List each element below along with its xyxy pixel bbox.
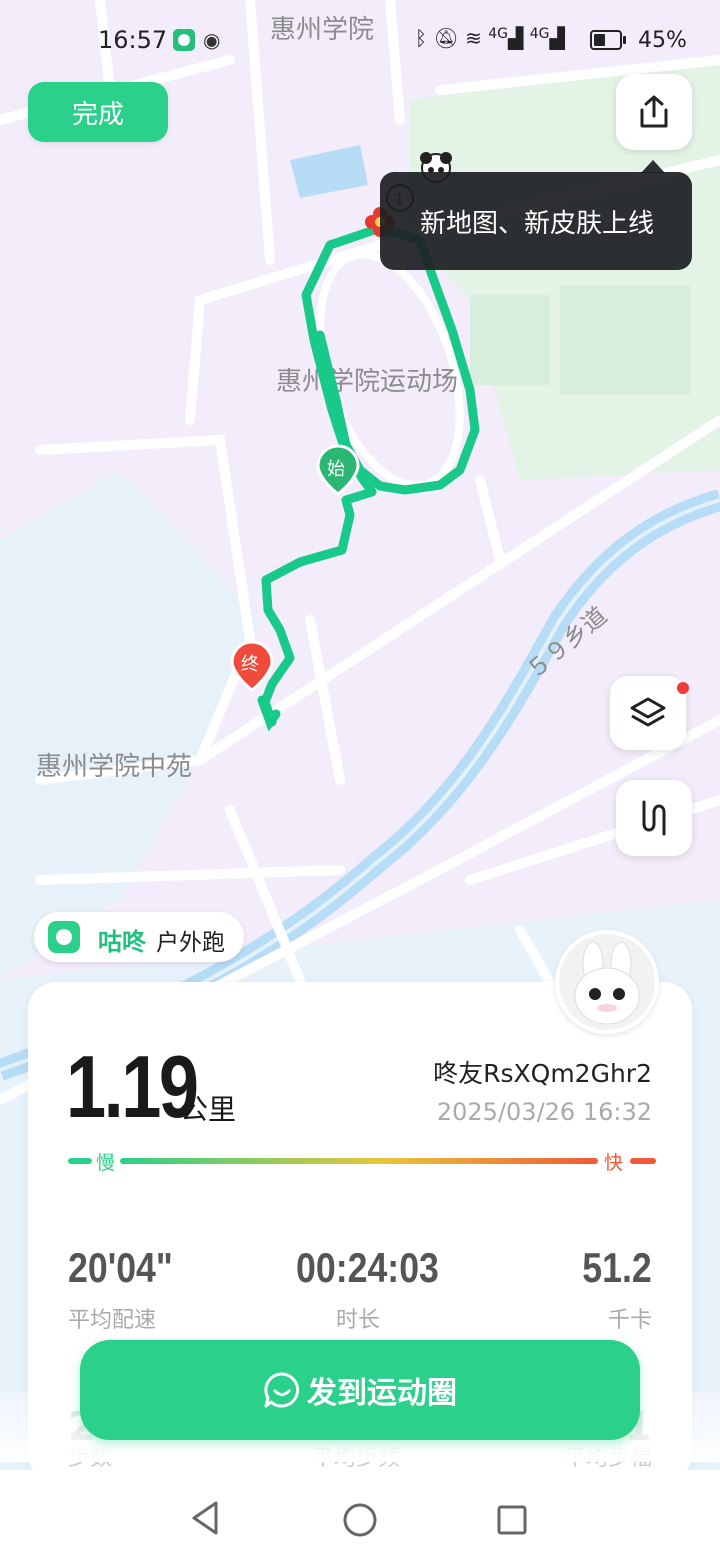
signal-4g-icon: 4G [529,26,550,42]
pace-fast-label: 快 [604,1152,624,1174]
bunny-avatar-icon [574,941,640,1025]
activity-type: 户外跑 [156,930,225,956]
duration-value: 00:24:03 [296,1244,439,1291]
avatar[interactable] [555,930,659,1034]
distance-unit: 公里 [180,1093,237,1126]
duration-label: 时长 [336,1308,381,1333]
route-icon [642,800,666,836]
pace-legend-bar [68,1158,656,1164]
battery-icon [590,30,622,50]
map-label-zhongyuan: 惠州学院中苑 [36,752,192,782]
svg-text:始: 始 [327,459,345,480]
map-layers-button[interactable] [610,676,686,750]
svg-text:终: 终 [241,654,259,675]
status-time: 16:57 [98,26,168,54]
status-bar: 16:57 ◉ ᛒ 🔕︎ ≋ 4G▟ 4G▟ 45% [0,0,720,84]
username: 咚友RsXQm2Ghr2 [433,1059,652,1088]
layers-icon [630,697,666,727]
done-button[interactable]: 完成 [28,82,168,142]
avg-pace-value: 20'04" [68,1244,173,1291]
layers-notification-dot [677,682,689,694]
system-status-icons: ᛒ 🔕︎ ≋ 4G▟ 4G▟ [415,26,565,50]
distance-value: 1.19 [66,1037,199,1136]
post-button-label: 发到运动圈 [307,1376,457,1411]
battery-percent: 45% [638,28,687,53]
tooltip-text: 新地图、新皮肤上线 [420,209,655,239]
codoon-logo-icon [48,921,80,953]
wifi-icon: ≋ [465,26,482,50]
map-label-stadium: 惠州学院运动场 [276,367,458,397]
route-replay-button[interactable] [616,780,692,856]
share-icon [640,95,668,128]
avg-pace-label: 平均配速 [68,1308,157,1333]
mute-icon: 🔕︎ [433,26,459,50]
chat-bubble-icon [264,1372,300,1408]
home-icon[interactable] [342,1502,378,1538]
recents-icon[interactable] [496,1504,528,1536]
post-to-feed-button[interactable]: 发到运动圈 [80,1340,640,1440]
share-button[interactable] [616,74,692,150]
app-notification-icon [173,29,195,51]
pace-slow-label: 慢 [96,1152,116,1174]
activity-datetime: 2025/03/26 16:32 [436,1098,652,1126]
signal-4g-icon: 4G [488,26,508,42]
bluetooth-icon: ᛒ [415,26,427,50]
back-icon[interactable] [190,1500,222,1536]
brand-name: 咕咚 [98,928,146,956]
calories-label: 千卡 [607,1308,652,1333]
wechat-icon: ◉ [203,28,221,52]
system-nav-bar [0,1470,720,1560]
calories-value: 51.2 [582,1244,652,1291]
brand-badge: 咕咚 户外跑 [34,912,244,962]
